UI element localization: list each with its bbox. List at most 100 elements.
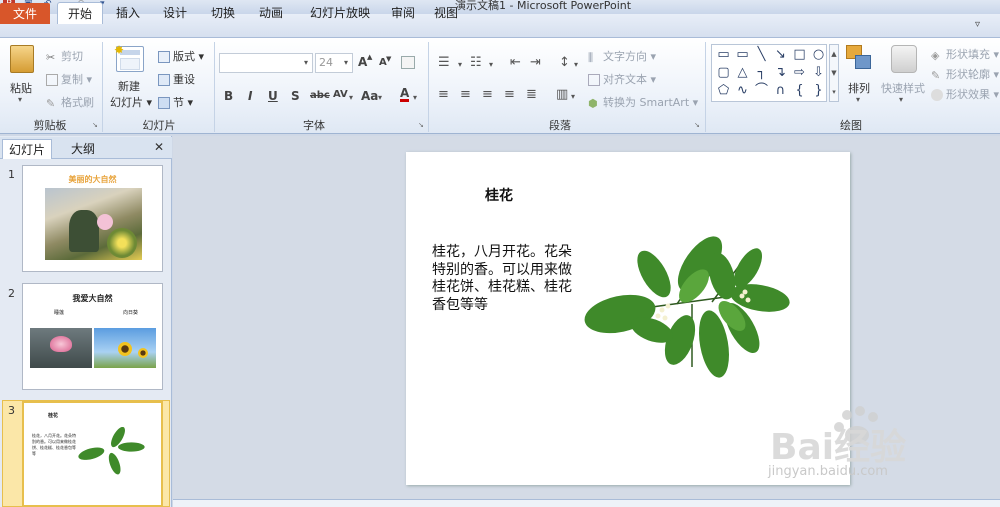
numbering-dropdown-icon[interactable]: ▾ [489, 61, 501, 69]
arrange-icon[interactable] [846, 45, 872, 73]
copy-button[interactable]: 复制 ▾ [46, 71, 92, 87]
close-panel-icon[interactable]: ✕ [154, 140, 164, 154]
section-button[interactable]: 节 ▾ [158, 94, 193, 110]
tab-transitions[interactable]: 切换 [202, 2, 244, 24]
reset-icon [158, 74, 170, 86]
spacing-dropdown-icon[interactable]: ▾ [349, 94, 361, 102]
font-size-dropdown-icon[interactable]: ▾ [344, 59, 356, 67]
clear-format-icon[interactable] [401, 56, 415, 69]
new-slide-button[interactable]: 新建 [118, 78, 140, 94]
align-center-icon[interactable]: ≡ [460, 87, 471, 102]
elbow-arrow-shape-icon[interactable]: ↴ [772, 65, 789, 81]
font-name-select[interactable] [219, 53, 313, 73]
clipboard-launcher-icon[interactable]: ↘ [92, 121, 98, 129]
down-arrow-shape-icon[interactable]: ⇩ [810, 65, 827, 81]
new-slide-dropdown[interactable]: 幻灯片 ▾ [110, 94, 152, 110]
shadow-button[interactable]: S [291, 89, 300, 103]
notes-pane[interactable] [173, 499, 1000, 507]
change-case-button[interactable]: Aa [361, 89, 378, 103]
font-color-button[interactable]: A [400, 87, 410, 102]
vertical-textbox-shape-icon[interactable]: ▭ [734, 47, 751, 63]
shape-outline-button[interactable]: ✎ 形状轮廓 ▾ [931, 66, 999, 82]
arrange-button[interactable]: 排列 [848, 80, 870, 96]
tab-animations[interactable]: 动画 [250, 2, 292, 24]
bullets-dropdown-icon[interactable]: ▾ [458, 61, 470, 69]
align-left-icon[interactable]: ≡ [438, 87, 449, 102]
tab-review[interactable]: 审阅 [385, 2, 421, 24]
tab-file[interactable]: 文件 [0, 3, 50, 24]
quick-styles-button[interactable]: 快速样式 [881, 80, 925, 96]
curve-shape-icon[interactable]: ∩ [772, 83, 789, 99]
arc-shape-icon[interactable]: ⌒ [753, 83, 770, 99]
line-shape-icon[interactable]: ╲ [753, 47, 770, 63]
right-arrow-shape-icon[interactable]: ⇨ [791, 65, 808, 81]
text-direction-button[interactable]: ⫼ 文字方向 ▾ [588, 48, 656, 64]
quick-styles-icon[interactable] [891, 45, 917, 73]
elbow-connector-shape-icon[interactable]: ┐ [753, 65, 770, 81]
line-spacing-icon[interactable]: ↕ [559, 55, 570, 70]
char-spacing-button[interactable]: AV [333, 89, 348, 100]
tab-slides[interactable]: 幻灯片 [2, 139, 52, 159]
align-text-icon [588, 74, 600, 86]
tab-design[interactable]: 设计 [155, 2, 195, 24]
decrease-indent-icon[interactable]: ⇤ [510, 55, 521, 70]
tab-insert[interactable]: 插入 [108, 2, 148, 24]
slide-thumbnail-1[interactable]: 美丽的大自然 [22, 165, 163, 272]
tab-slideshow[interactable]: 幻灯片放映 [298, 2, 382, 24]
distributed-icon[interactable]: ≣ [526, 87, 537, 102]
shapes-gallery[interactable]: ▭ ▭ ╲ ↘ □ ○ ▢ △ ┐ ↴ ⇨ ⇩ ⬠ ∿ ⌒ ∩ { } [711, 44, 827, 102]
oval-shape-icon[interactable]: ○ [810, 47, 827, 63]
triangle-shape-icon[interactable]: △ [734, 65, 751, 81]
rectangle-shape-icon[interactable]: □ [791, 47, 808, 63]
thumb-title: 我爱大自然 [72, 294, 113, 303]
format-painter-button[interactable]: ✎ 格式刷 [46, 94, 94, 110]
slide-body-text[interactable]: 桂花，八月开花。花朵特别的香。可以用来做桂花饼、桂花糕、桂花香包等等 [432, 244, 582, 314]
tab-home[interactable]: 开始 [57, 2, 103, 24]
layout-button[interactable]: 版式 ▾ [158, 48, 204, 64]
paste-button[interactable]: 粘贴 [10, 80, 32, 96]
slide-thumbnail-2[interactable]: 我爱大自然 睡莲 向日葵 [22, 283, 163, 390]
osmanthus-image[interactable] [582, 232, 794, 380]
grow-arrow-icon: ▲ [367, 53, 373, 61]
grow-font-button[interactable]: A [358, 55, 367, 69]
justify-icon[interactable]: ≡ [504, 87, 515, 102]
left-brace-shape-icon[interactable]: { [791, 83, 808, 99]
paragraph-launcher-icon[interactable]: ↘ [694, 121, 700, 129]
shape-fill-button[interactable]: ◈ 形状填充 ▾ [931, 46, 999, 62]
underline-button[interactable]: U [268, 89, 278, 103]
align-text-button[interactable]: 对齐文本 ▾ [588, 71, 656, 87]
font-launcher-icon[interactable]: ↘ [418, 121, 424, 129]
slide-title[interactable]: 桂花 [485, 185, 513, 205]
gallery-scroll[interactable]: ▲ ▼ ▾ [829, 44, 839, 102]
smartart-button[interactable]: ⬢ 转换为 SmartArt ▾ [588, 94, 698, 110]
arrange-dropdown-icon[interactable]: ▾ [856, 96, 868, 104]
case-dropdown-icon[interactable]: ▾ [378, 94, 390, 102]
right-brace-shape-icon[interactable]: } [810, 83, 827, 99]
ribbon-collapse-icon[interactable]: ▿ [975, 19, 980, 30]
font-color-dropdown-icon[interactable]: ▾ [413, 94, 425, 102]
quick-styles-dropdown-icon[interactable]: ▾ [899, 96, 911, 104]
columns-dropdown-icon[interactable]: ▾ [571, 93, 583, 101]
slide-thumbnail-3[interactable]: 桂花 桂花，八月开花。花朵特别的香。可以用来做桂花饼、桂花糕、桂花香包等等 [22, 401, 163, 507]
scribble-shape-icon[interactable]: ∿ [734, 83, 751, 99]
tab-outline[interactable]: 大纲 [56, 139, 110, 159]
freeform-shape-icon[interactable]: ⬠ [715, 83, 732, 99]
rounded-rect-shape-icon[interactable]: ▢ [715, 65, 732, 81]
bullets-icon[interactable]: ☰ [438, 55, 452, 70]
arrow-line-shape-icon[interactable]: ↘ [772, 47, 789, 63]
bold-button[interactable]: B [224, 89, 233, 103]
increase-indent-icon[interactable]: ⇥ [530, 55, 541, 70]
shape-effects-button[interactable]: 形状效果 ▾ [931, 86, 999, 102]
textbox-shape-icon[interactable]: ▭ [715, 47, 732, 63]
reset-button[interactable]: 重设 [158, 71, 195, 87]
align-right-icon[interactable]: ≡ [482, 87, 493, 102]
numbering-icon[interactable]: ☷ [470, 55, 482, 70]
columns-icon[interactable]: ▥ [556, 87, 568, 102]
cut-button[interactable]: ✂ 剪切 [46, 48, 83, 64]
italic-button[interactable]: I [248, 89, 252, 103]
paste-icon[interactable] [10, 45, 34, 73]
strikethrough-button[interactable]: abc [310, 90, 330, 101]
line-spacing-dropdown-icon[interactable]: ▾ [574, 61, 586, 69]
tab-view[interactable]: 视图 [428, 2, 464, 24]
paste-dropdown-icon[interactable]: ▾ [18, 96, 30, 104]
